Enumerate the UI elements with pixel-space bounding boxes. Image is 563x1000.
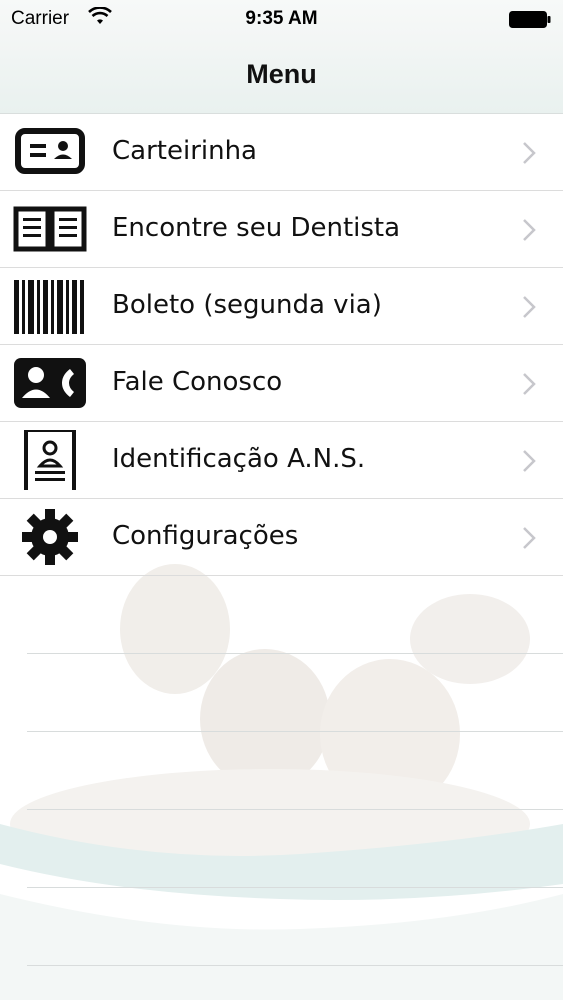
status-time: 9:35 AM: [245, 8, 318, 29]
empty-row: [27, 654, 563, 732]
menu-item-label: Boleto (segunda via): [112, 290, 382, 320]
battery-icon: [509, 11, 551, 34]
status-bar: Carrier 9:35 AM: [0, 0, 563, 38]
open-book-icon: [12, 199, 88, 259]
empty-row: [27, 576, 563, 654]
gear-icon: [12, 507, 88, 567]
chevron-right-icon: [522, 372, 536, 401]
empty-row: [27, 888, 563, 966]
menu-item-identificacao-ans[interactable]: Identificação A.N.S.: [0, 422, 563, 499]
chevron-right-icon: [522, 526, 536, 555]
menu-item-label: Fale Conosco: [112, 367, 283, 397]
chevron-right-icon: [522, 141, 536, 170]
navigation-bar: Menu: [0, 38, 563, 114]
menu-content[interactable]: Carteirinha Encontre seu Dentista Boleto…: [0, 114, 563, 1000]
page-title: Menu: [246, 59, 317, 89]
menu-item-configuracoes[interactable]: Configurações: [0, 499, 563, 576]
barcode-icon: [12, 276, 88, 336]
badge-icon: [12, 428, 88, 494]
chevron-right-icon: [522, 295, 536, 324]
menu-item-label: Identificação A.N.S.: [112, 444, 366, 474]
empty-row: [27, 732, 563, 810]
menu-item-label: Encontre seu Dentista: [112, 213, 401, 243]
menu-item-label: Carteirinha: [112, 136, 257, 166]
menu-item-carteirinha[interactable]: Carteirinha: [0, 114, 563, 191]
menu-item-boleto[interactable]: Boleto (segunda via): [0, 268, 563, 345]
chevron-right-icon: [522, 218, 536, 247]
menu-item-label: Configurações: [112, 521, 299, 551]
menu-item-fale-conosco[interactable]: Fale Conosco: [0, 345, 563, 422]
menu-list: Carteirinha Encontre seu Dentista Boleto…: [0, 114, 563, 966]
menu-item-encontre-dentista[interactable]: Encontre seu Dentista: [0, 191, 563, 268]
empty-row: [27, 810, 563, 888]
id-card-icon: [12, 122, 88, 182]
contact-phone-icon: [12, 353, 88, 413]
chevron-right-icon: [522, 449, 536, 478]
